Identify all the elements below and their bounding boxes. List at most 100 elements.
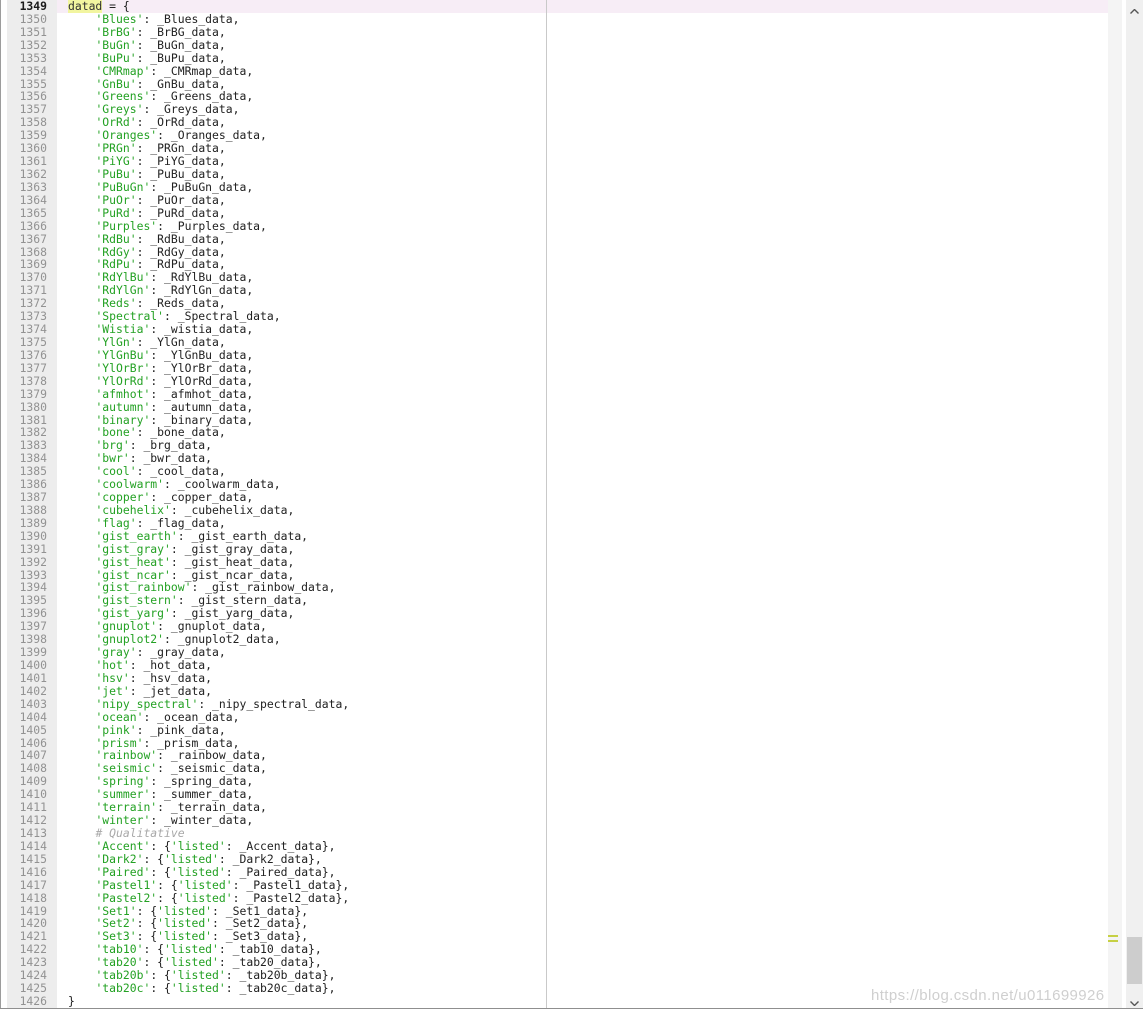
line-number: 1350 [7,13,57,26]
edge-guide-line [546,0,547,1008]
occurrence-marker [1108,935,1118,942]
string-token: 'brg' [95,438,129,452]
string-token: 'YlOrBr' [95,361,150,375]
string-token: 'listed' [171,839,226,853]
line-number: 1404 [7,711,57,724]
code-token [68,800,95,814]
string-token: 'PiYG' [95,154,136,168]
code-token: } [68,994,75,1008]
code-token: : _gist_yarg_data, [171,606,294,620]
code-token: : { [150,839,171,853]
code-token [68,774,95,788]
chevron-up-icon [1130,0,1139,18]
code-token: : _gist_earth_data, [178,529,308,543]
code-token [68,929,95,943]
line-number: 1378 [7,375,57,388]
string-token: 'RdYlBu' [95,270,150,284]
string-token: 'listed' [164,942,219,956]
code-token: : _gist_rainbow_data, [191,580,335,594]
scroll-down-button[interactable] [1126,992,1143,1008]
string-token: 'listed' [171,968,226,982]
line-number: 1416 [7,866,57,879]
code-token: : _Accent_data}, [226,839,336,853]
scrollbar-thumb[interactable] [1127,937,1142,984]
code-token: : _PuRd_data, [137,206,226,220]
code-token: : _gnuplot_data, [157,619,267,633]
code-token: : _BuGn_data, [137,38,226,52]
line-number: 1366 [7,220,57,233]
code-token [68,529,95,543]
line-number: 1417 [7,879,57,892]
string-token: 'tab10' [95,942,143,956]
code-token: : _gnuplot2_data, [164,632,281,646]
code-token [68,322,95,336]
line-number: 1365 [7,207,57,220]
string-token: 'BuGn' [95,38,136,52]
scroll-up-button[interactable] [1126,0,1143,16]
string-token: 'listed' [178,878,233,892]
code-token: : _Pastel2_data}, [233,891,350,905]
marker-margin-strip [1108,0,1122,1008]
line-number: 1405 [7,724,57,737]
code-token [68,697,95,711]
code-token [68,878,95,892]
code-token [68,580,95,594]
code-token: : _Spectral_data, [164,309,281,323]
string-token: 'Greys' [95,102,143,116]
code-token: : _BrBG_data, [137,25,226,39]
code-token [68,451,95,465]
string-token: 'autumn' [95,400,150,414]
line-code: 'gray': _gray_data, [57,646,1108,659]
code-token: : _terrain_data, [157,800,267,814]
string-token: 'Wistia' [95,322,150,336]
code-token: : _bwr_data, [130,451,212,465]
string-token: 'gnuplot' [95,619,157,633]
code-token [68,180,95,194]
string-token: 'RdPu' [95,257,136,271]
code-token: : _ocean_data, [143,710,239,724]
code-token [68,154,95,168]
code-token [68,542,95,556]
code-token [68,555,95,569]
string-token: 'listed' [164,955,219,969]
code-token: : _tab20c_data}, [226,981,336,995]
string-token: 'bone' [95,425,136,439]
vertical-scrollbar[interactable] [1126,0,1143,1008]
string-token: 'hot' [95,658,129,672]
code-token [68,89,95,103]
line-number: 1353 [7,52,57,65]
code-token [68,425,95,439]
code-token [68,309,95,323]
code-token [68,361,95,375]
code-token: : _Blues_data, [143,12,239,26]
code-token: : _afmhot_data, [150,387,253,401]
code-token: : _RdYlGn_data, [150,283,253,297]
string-token: 'GnBu' [95,77,136,91]
string-token: 'bwr' [95,451,129,465]
code-token: : _Set1_data}, [212,904,308,918]
code-token: : _Greys_data, [143,102,239,116]
string-token: 'BrBG' [95,25,136,39]
line-number: 1379 [7,388,57,401]
code-token: : _PiYG_data, [137,154,226,168]
line-number: 1388 [7,504,57,517]
code-token [68,283,95,297]
string-token: 'cool' [95,464,136,478]
code-token [68,167,95,181]
line-number: 1367 [7,233,57,246]
string-token: 'gist_ncar' [95,568,170,582]
code-token: : _PuBu_data, [137,167,226,181]
code-token [68,335,95,349]
line-code: 'hot': _hot_data, [57,659,1108,672]
string-token: 'PuRd' [95,206,136,220]
line-number: 1377 [7,362,57,375]
code-editor-area[interactable]: 1349datad = {1350 'Blues': _Blues_data,1… [0,0,1108,1008]
code-token [68,477,95,491]
string-token: 'OrRd' [95,115,136,129]
line-number: 1401 [7,672,57,685]
code-token [68,645,95,659]
code-token: : _GnBu_data, [137,77,226,91]
code-line: 1425 'tab20c': {'listed': _tab20c_data}, [0,982,1108,995]
code-token [68,813,95,827]
string-token: 'PRGn' [95,141,136,155]
